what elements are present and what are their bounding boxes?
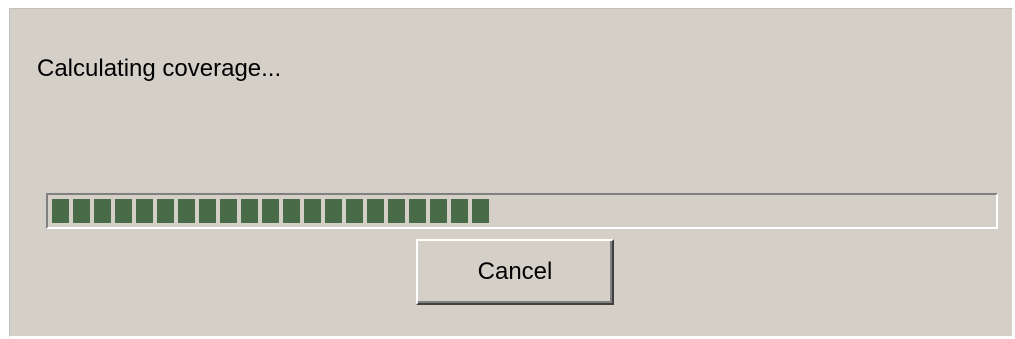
cancel-button[interactable]: Cancel <box>416 239 614 305</box>
status-text: Calculating coverage... <box>37 55 282 82</box>
progress-track <box>52 199 992 223</box>
progress-dialog: Calculating coverage... Cancel <box>9 8 1013 337</box>
progress-fill <box>52 199 489 223</box>
progress-bar <box>46 193 998 229</box>
